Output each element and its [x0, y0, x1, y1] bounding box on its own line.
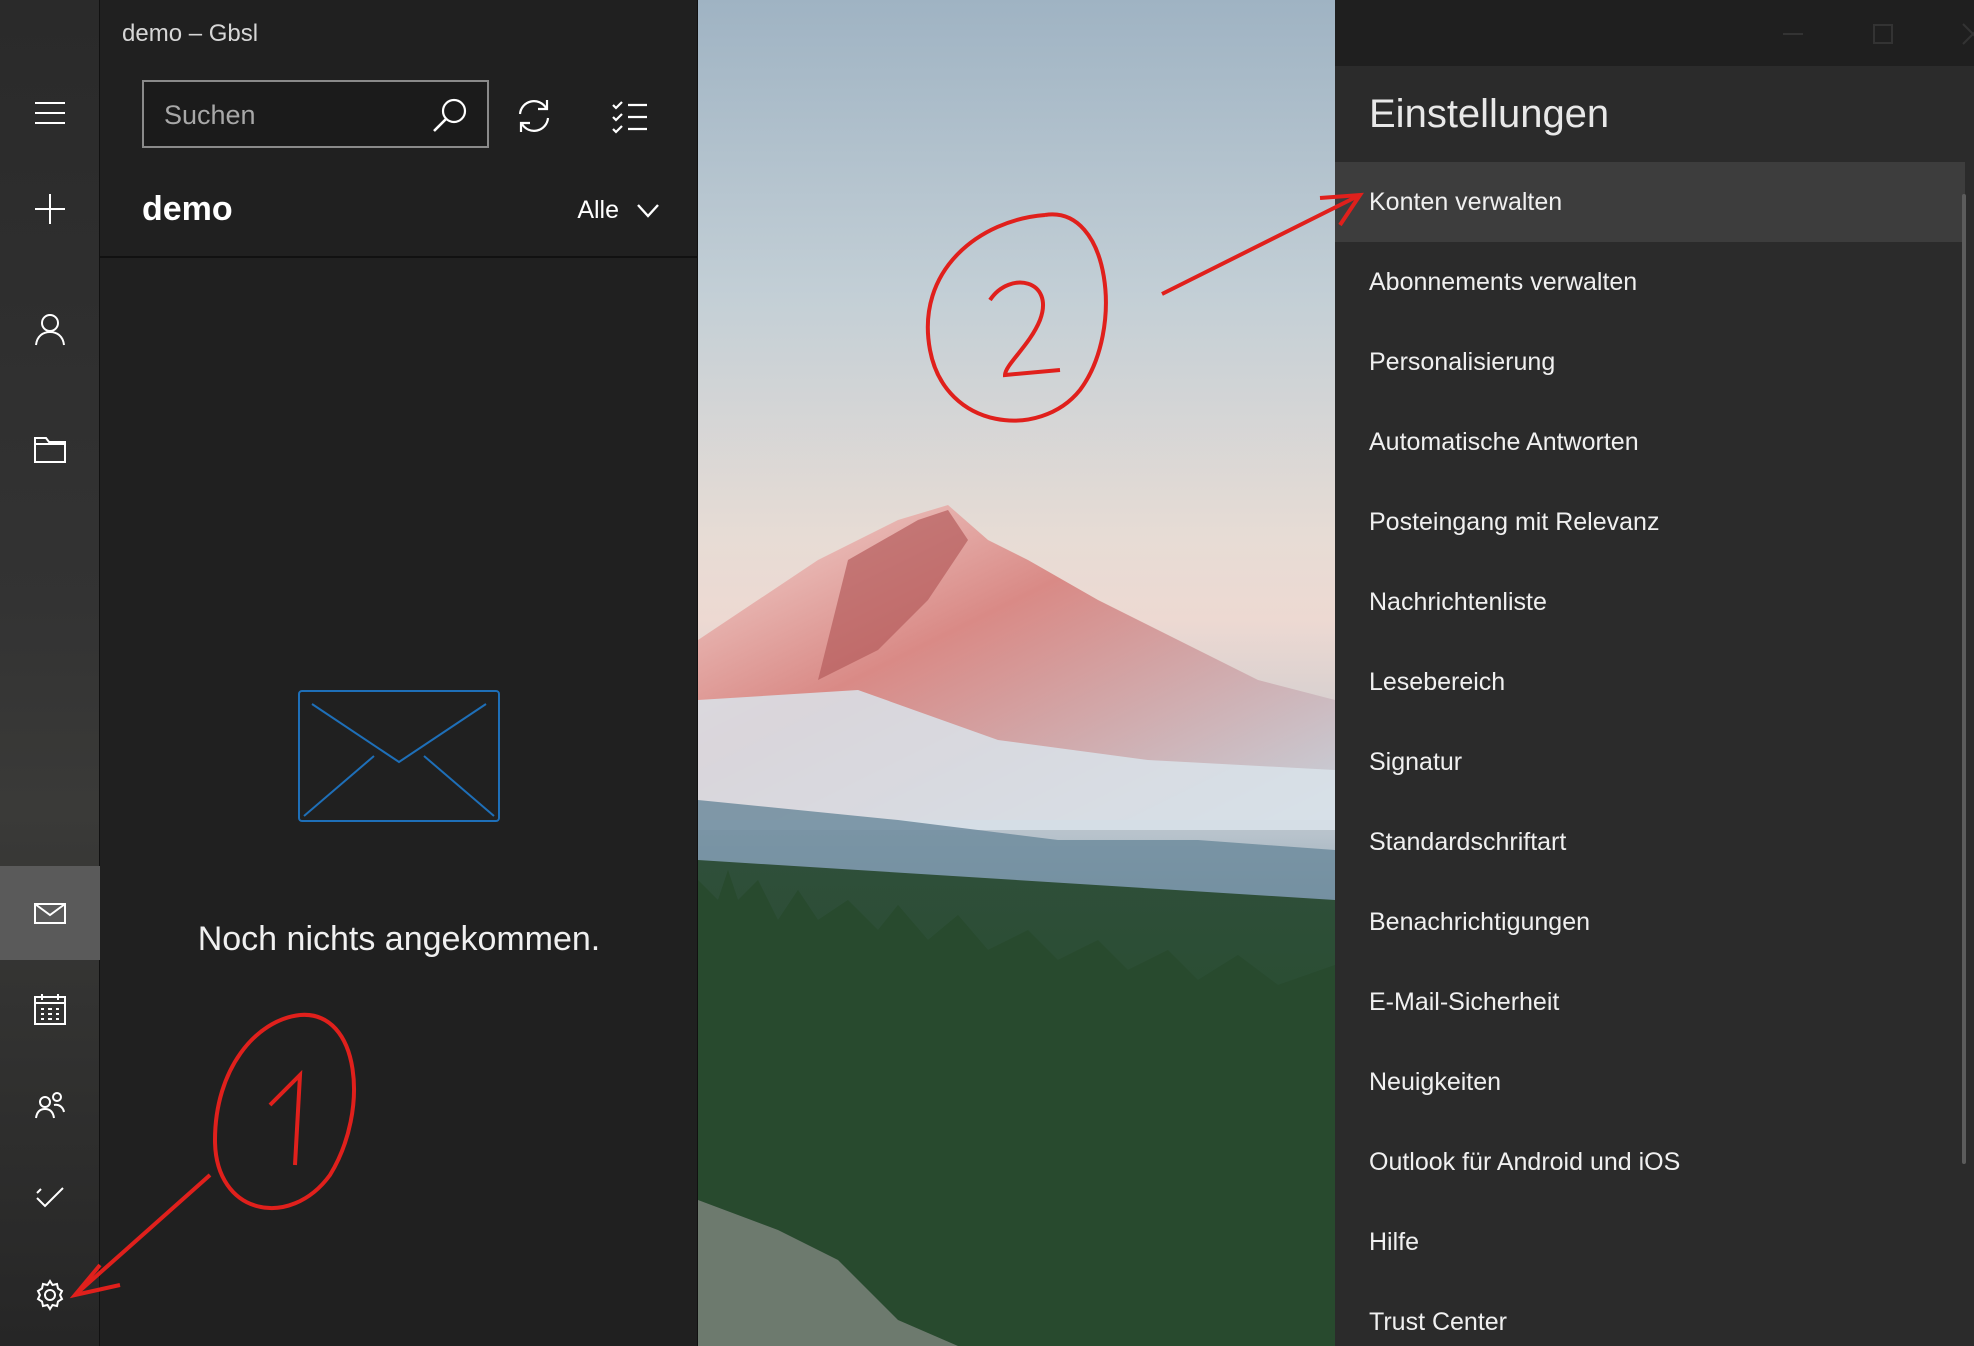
selection-mode-button[interactable] — [602, 88, 658, 144]
search-icon[interactable] — [431, 96, 469, 134]
gear-icon — [36, 1279, 64, 1311]
title-bar — [698, 0, 1974, 66]
search-input[interactable] — [164, 96, 424, 134]
settings-scrollbar[interactable] — [1962, 194, 1966, 1164]
accounts-button[interactable] — [0, 284, 100, 374]
close-icon — [1962, 23, 1974, 45]
settings-item-whats-new[interactable]: Neuigkeiten — [1335, 1042, 1965, 1122]
settings-item-message-list[interactable]: Nachrichtenliste — [1335, 562, 1965, 642]
list-divider — [100, 256, 698, 258]
folder-title: demo — [142, 190, 233, 228]
settings-item-outlook-mobile[interactable]: Outlook für Android und iOS — [1335, 1122, 1965, 1202]
settings-flyout: Einstellungen Konten verwalten Abonnemen… — [1335, 66, 1974, 1346]
person-icon — [35, 314, 65, 346]
settings-item-automatic-replies[interactable]: Automatische Antworten — [1335, 402, 1965, 482]
mountain-landscape-image — [698, 505, 1335, 1346]
settings-item-personalization[interactable]: Personalisierung — [1335, 322, 1965, 402]
sync-button[interactable] — [506, 88, 562, 144]
settings-item-default-font[interactable]: Standardschriftart — [1335, 802, 1965, 882]
settings-title: Einstellungen — [1369, 92, 1610, 136]
close-button[interactable] — [1938, 12, 1974, 56]
plus-icon — [35, 194, 65, 224]
minimize-button[interactable] — [1758, 12, 1828, 56]
settings-item-help[interactable]: Hilfe — [1335, 1202, 1965, 1282]
people-icon — [35, 1092, 65, 1119]
settings-item-reading-pane[interactable]: Lesebereich — [1335, 642, 1965, 722]
checkmark-icon — [36, 1187, 64, 1208]
reading-pane-background — [698, 0, 1335, 1346]
folder-icon — [34, 437, 66, 463]
calendar-button[interactable] — [0, 964, 100, 1054]
sync-icon — [518, 100, 550, 132]
calendar-icon — [34, 994, 66, 1025]
todo-button[interactable] — [0, 1152, 100, 1242]
people-button[interactable] — [0, 1060, 100, 1150]
settings-button[interactable] — [0, 1250, 100, 1340]
search-box[interactable] — [142, 80, 489, 148]
maximize-icon — [1873, 24, 1893, 44]
folders-button[interactable] — [0, 404, 100, 494]
mail-button[interactable] — [0, 866, 100, 960]
checklist-icon — [612, 101, 647, 134]
hamburger-menu-button[interactable] — [0, 68, 100, 158]
filter-label: Alle — [577, 196, 619, 224]
maximize-button[interactable] — [1848, 12, 1918, 56]
mail-icon — [34, 903, 66, 924]
settings-item-email-security[interactable]: E-Mail-Sicherheit — [1335, 962, 1965, 1042]
hamburger-icon — [35, 102, 65, 124]
empty-message: Noch nichts angekommen. — [197, 920, 601, 958]
settings-item-notifications[interactable]: Benachrichtigungen — [1335, 882, 1965, 962]
settings-item-focused-inbox[interactable]: Posteingang mit Relevanz — [1335, 482, 1965, 562]
window-title: demo – Gbsl — [122, 20, 259, 47]
settings-item-signature[interactable]: Signatur — [1335, 722, 1965, 802]
app-rail — [0, 0, 100, 1346]
minimize-icon — [1783, 33, 1803, 35]
new-mail-button[interactable] — [0, 164, 100, 254]
filter-dropdown[interactable]: Alle — [577, 196, 659, 225]
settings-item-manage-accounts[interactable]: Konten verwalten — [1335, 162, 1965, 242]
settings-item-trust-center[interactable]: Trust Center — [1335, 1282, 1965, 1346]
settings-item-manage-subscriptions[interactable]: Abonnements verwalten — [1335, 242, 1965, 322]
message-list-pane: demo – Gbsl demo Alle Noch nichts angeko… — [100, 0, 698, 1346]
empty-mail-icon — [298, 690, 500, 822]
chevron-down-icon — [637, 203, 659, 218]
